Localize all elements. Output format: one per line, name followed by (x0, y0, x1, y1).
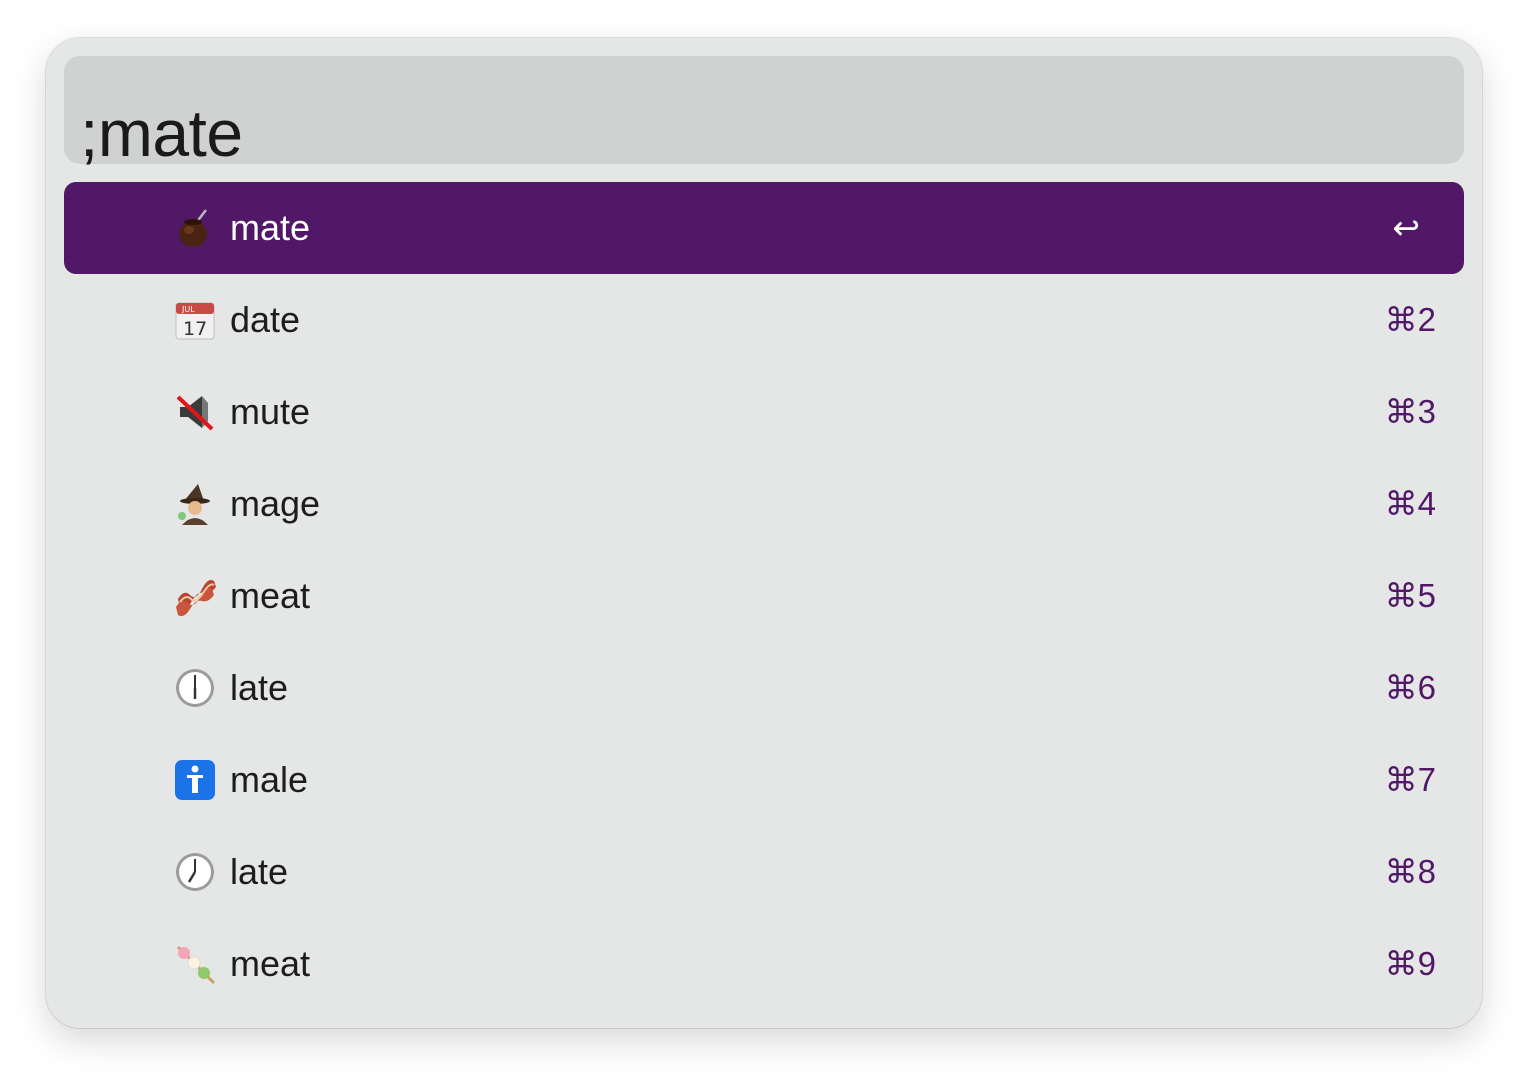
result-label: meat (230, 575, 311, 616)
result-row-mage[interactable]: mage ⌘4 (64, 458, 1464, 550)
clock-six-icon (174, 667, 216, 709)
svg-text:17: 17 (183, 318, 207, 340)
result-row-late-1[interactable]: late ⌘6 (64, 642, 1464, 734)
result-row-mute[interactable]: mute ⌘3 (64, 366, 1464, 458)
shortcut-hint: ⌘7 (1384, 761, 1436, 798)
result-row-late-2[interactable]: late ⌘8 (64, 826, 1464, 918)
mage-icon (174, 483, 216, 525)
shortcut-hint: ⌘4 (1384, 485, 1436, 522)
result-label: mage (230, 483, 321, 524)
man-symbol-icon (174, 759, 216, 801)
shortcut-hint: ⌘9 (1384, 945, 1436, 982)
muted-speaker-icon (174, 391, 216, 433)
search-field[interactable]: ;mate (64, 56, 1464, 166)
dango-icon (174, 943, 216, 985)
result-row-mate[interactable]: mate ↩ (64, 182, 1464, 274)
result-label: male (230, 759, 309, 800)
result-label: late (230, 851, 289, 892)
shortcut-hint: ⌘3 (1384, 393, 1436, 430)
svg-text:JUL: JUL (181, 305, 195, 314)
result-label: meat (230, 943, 311, 984)
shortcut-hint: ⌘5 (1384, 577, 1436, 614)
shortcut-hint: ⌘8 (1384, 853, 1436, 890)
bacon-icon (174, 575, 216, 617)
result-row-meat-2[interactable]: meat ⌘9 (64, 918, 1464, 1010)
result-row-meat[interactable]: meat ⌘5 (64, 550, 1464, 642)
return-key-icon: ↩ (1392, 209, 1420, 246)
result-label: late (230, 667, 289, 708)
result-label: mate (230, 207, 311, 248)
results-list: mate ↩ JUL 17 date ⌘2 mute ⌘3 mage ⌘4 me… (64, 182, 1464, 1010)
result-label: mute (230, 391, 311, 432)
mate-icon (174, 207, 216, 249)
emoji-picker-window: ;mate mate ↩ JUL 17 date ⌘2 mute ⌘3 mage… (46, 38, 1482, 1028)
search-query[interactable]: ;mate (80, 100, 243, 166)
calendar-icon: JUL 17 (174, 299, 216, 341)
clock-seven-icon (174, 851, 216, 893)
result-row-male[interactable]: male ⌘7 (64, 734, 1464, 826)
result-label: date (230, 299, 301, 340)
result-row-date[interactable]: JUL 17 date ⌘2 (64, 274, 1464, 366)
shortcut-hint: ⌘6 (1384, 669, 1436, 706)
shortcut-hint: ⌘2 (1384, 301, 1436, 338)
